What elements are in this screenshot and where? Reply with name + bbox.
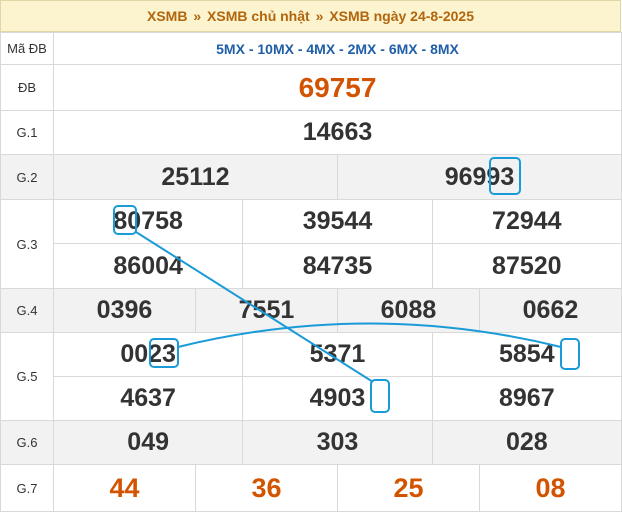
row-label: G.2 [0, 154, 54, 200]
prize-number: 4637 [52, 376, 244, 421]
breadcrumb-xsmb[interactable]: XSMB [147, 8, 187, 24]
prize-number: 08 [478, 464, 622, 512]
prize-number: 028 [431, 420, 622, 465]
breadcrumb-xsmb-sunday[interactable]: XSMB chủ nhật [207, 8, 310, 24]
row-db: ĐB 69757 [0, 64, 622, 111]
prize-number: 8967 [431, 376, 622, 421]
prize-number: 4903 [242, 376, 433, 421]
breadcrumb-sep: » [193, 8, 202, 24]
breadcrumb: XSMB » XSMB chủ nhật » XSMB ngày 24-8-20… [0, 0, 621, 32]
row-label: ĐB [0, 64, 54, 111]
row-g1: G.1 14663 [0, 110, 622, 155]
row-g6: G.6 049 303 028 [0, 420, 622, 465]
breadcrumb-xsmb-date[interactable]: XSMB ngày 24-8-2025 [329, 8, 474, 24]
row-g2: G.2 25112 96993 [0, 154, 622, 200]
lottery-result-panel: XSMB » XSMB chủ nhật » XSMB ngày 24-8-20… [0, 0, 622, 513]
row-ma-db: Mã ĐB 5MX - 10MX - 4MX - 2MX - 6MX - 8MX [0, 32, 622, 65]
row-g5-b: 4637 4903 8967 [1, 376, 622, 421]
prize-number: 303 [242, 420, 433, 465]
row-label: G.3 [0, 199, 54, 289]
row-g5-a: G.5 0023 5371 5854 [0, 332, 622, 421]
prize-number: 86004 [52, 243, 244, 289]
prize-number: 5371 [242, 332, 433, 377]
row-label: G.5 [0, 332, 54, 421]
prize-number: 96993 [336, 154, 622, 200]
row-label: G.7 [0, 464, 54, 512]
prize-number: 72944 [431, 199, 622, 244]
prize-number: 7551 [194, 288, 338, 333]
prize-number: 87520 [431, 243, 622, 289]
special-code-list: 5MX - 10MX - 4MX - 2MX - 6MX - 8MX [53, 32, 622, 65]
prize-number: 36 [194, 464, 338, 512]
special-prize: 69757 [53, 64, 622, 111]
prize-number: 25112 [53, 154, 338, 200]
row-g3-b: 86004 84735 87520 [1, 243, 622, 289]
row-label: G.4 [0, 288, 54, 333]
prize-number: 049 [52, 420, 244, 465]
prize-number: 14663 [53, 110, 622, 155]
prize-number: 44 [53, 464, 196, 512]
row-label: G.1 [0, 110, 54, 155]
prize-number: 6088 [336, 288, 480, 333]
prize-number: 39544 [242, 199, 433, 244]
breadcrumb-sep: » [315, 8, 324, 24]
prize-number: 0023 [52, 332, 244, 377]
prize-number: 0396 [53, 288, 196, 333]
prize-number: 80758 [52, 199, 244, 244]
prize-number: 5854 [431, 332, 622, 377]
row-label: Mã ĐB [0, 32, 54, 65]
prize-number: 25 [336, 464, 480, 512]
results-table: Mã ĐB 5MX - 10MX - 4MX - 2MX - 6MX - 8MX… [0, 32, 622, 512]
prize-number: 84735 [242, 243, 433, 289]
row-label: G.6 [0, 420, 54, 465]
row-g3-a: G.3 80758 39544 72944 [0, 199, 622, 289]
prize-number: 0662 [478, 288, 622, 333]
row-g4: G.4 0396 7551 6088 0662 [0, 288, 622, 333]
row-g7: G.7 44 36 25 08 [0, 464, 622, 512]
